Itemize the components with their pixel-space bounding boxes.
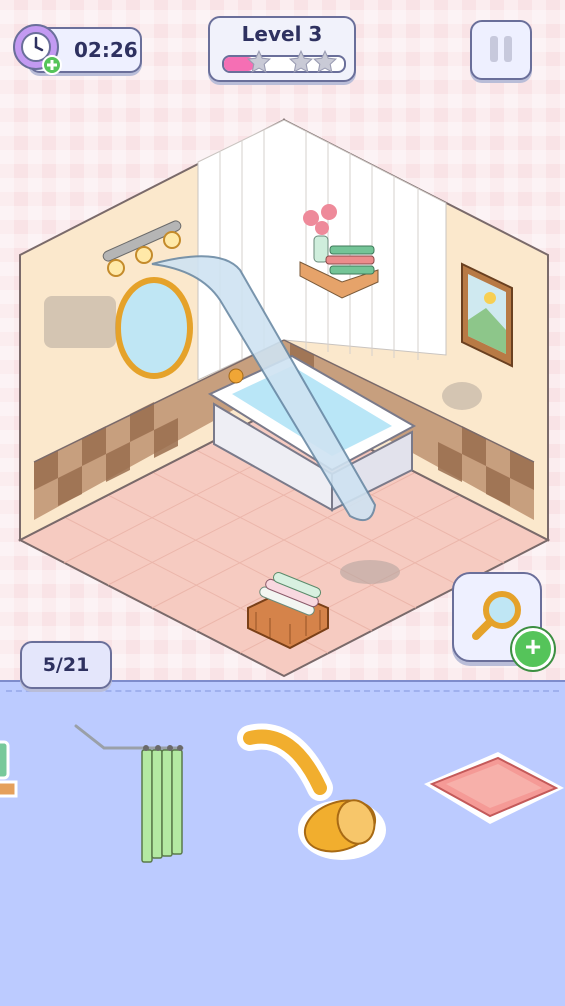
item-tray <box>0 680 565 1006</box>
tray-divider <box>6 690 559 692</box>
level-title: Level 3 <box>241 22 323 46</box>
star-icon <box>288 49 314 73</box>
round-mirror <box>115 277 193 379</box>
level-panel: Level 3 <box>208 16 356 82</box>
green-box-icon <box>0 740 18 798</box>
star-icon <box>246 49 272 73</box>
timer-text: 02:26 <box>74 38 138 62</box>
pause-button[interactable] <box>470 20 532 80</box>
shower-curtain-icon <box>74 724 184 863</box>
tray-item-shower-head[interactable] <box>232 718 392 883</box>
level-progress-bar <box>222 49 346 73</box>
plus-icon: + <box>512 628 554 670</box>
tray-item-partial[interactable] <box>0 738 20 813</box>
found-counter: 5/21 <box>20 641 112 689</box>
tray-item-shower-curtain[interactable] <box>64 718 194 873</box>
bath-mat-icon <box>424 752 564 824</box>
add-time-button[interactable] <box>10 23 62 75</box>
pause-icon <box>490 36 498 62</box>
star-icon <box>312 49 338 73</box>
hint-button[interactable]: + <box>452 572 554 670</box>
pause-icon <box>504 36 512 62</box>
clock-icon <box>13 24 62 75</box>
tray-item-bath-mat[interactable] <box>418 748 565 843</box>
shower-head-icon <box>237 723 386 860</box>
